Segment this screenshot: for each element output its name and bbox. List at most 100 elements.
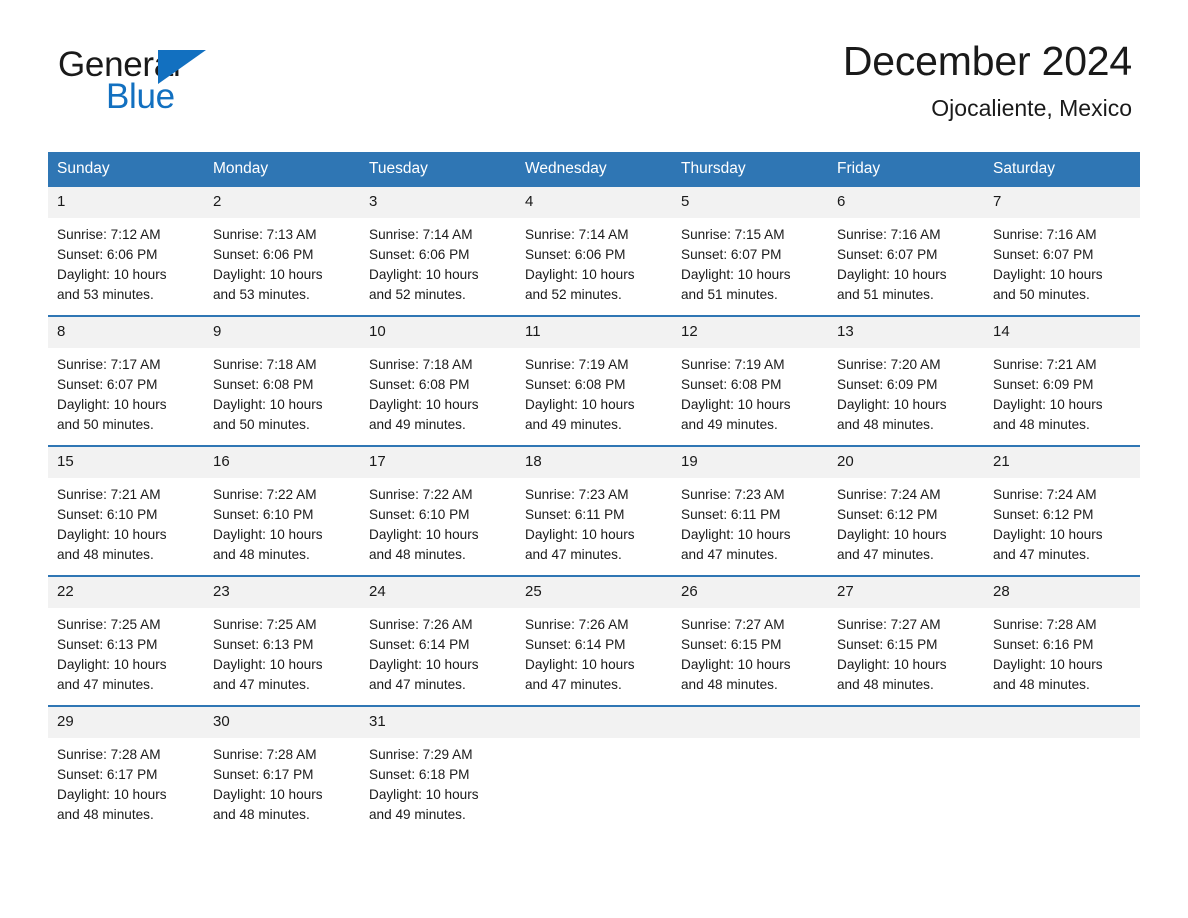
calendar-cell[interactable]: 21 Sunrise: 7:24 AM Sunset: 6:12 PM Dayligh… <box>984 445 1140 576</box>
calendar-cell[interactable]: 5 Sunrise: 7:15 AM Sunset: 6:07 PM Daylight… <box>672 187 828 316</box>
daylight-text-line1: Daylight: 10 hours <box>369 527 479 542</box>
day-cell-24[interactable]: 24 Sunrise: 7:26 AM Sunset: 6:14 PM Dayligh… <box>360 577 516 705</box>
calendar-cell[interactable]: 6 Sunrise: 7:16 AM Sunset: 6:07 PM Daylight… <box>828 187 984 316</box>
daylight-text-line1: Daylight: 10 hours <box>681 267 791 282</box>
day-cell-14[interactable]: 14 Sunrise: 7:21 AM Sunset: 6:09 PM Dayligh… <box>984 317 1140 445</box>
day-cell-4[interactable]: 4 Sunrise: 7:14 AM Sunset: 6:06 PM Daylight… <box>516 187 672 315</box>
day-cell-10[interactable]: 10 Sunrise: 7:18 AM Sunset: 6:08 PM Dayligh… <box>360 317 516 445</box>
calendar-cell[interactable]: 15 Sunrise: 7:21 AM Sunset: 6:10 PM Dayligh… <box>48 445 204 576</box>
sunset-text: Sunset: 6:07 PM <box>681 247 782 262</box>
calendar-cell[interactable]: 20 Sunrise: 7:24 AM Sunset: 6:12 PM Dayligh… <box>828 445 984 576</box>
calendar-cell[interactable]: 24 Sunrise: 7:26 AM Sunset: 6:14 PM Dayligh… <box>360 575 516 706</box>
day-cell-5[interactable]: 5 Sunrise: 7:15 AM Sunset: 6:07 PM Daylight… <box>672 187 828 315</box>
day-details: Sunrise: 7:27 AM Sunset: 6:15 PM Daylight:… <box>828 608 984 695</box>
calendar-cell[interactable]: 2 Sunrise: 7:13 AM Sunset: 6:06 PM Daylight… <box>204 187 360 316</box>
day-cell-11[interactable]: 11 Sunrise: 7:19 AM Sunset: 6:08 PM Dayligh… <box>516 317 672 445</box>
calendar-cell[interactable]: 31 Sunrise: 7:29 AM Sunset: 6:18 PM Dayligh… <box>360 705 516 835</box>
daylight-text-line2: and 50 minutes. <box>57 417 154 432</box>
calendar-cell <box>516 705 672 835</box>
day-cell-9[interactable]: 9 Sunrise: 7:18 AM Sunset: 6:08 PM Daylight… <box>204 317 360 445</box>
day-number: 22 <box>48 577 204 608</box>
day-cell-15[interactable]: 15 Sunrise: 7:21 AM Sunset: 6:10 PM Dayligh… <box>48 447 204 575</box>
calendar-cell[interactable]: 12 Sunrise: 7:19 AM Sunset: 6:08 PM Dayligh… <box>672 315 828 446</box>
day-cell-7[interactable]: 7 Sunrise: 7:16 AM Sunset: 6:07 PM Daylight… <box>984 187 1140 315</box>
sunrise-text: Sunrise: 7:27 AM <box>681 617 785 632</box>
daylight-text-line2: and 49 minutes. <box>681 417 778 432</box>
calendar-week-row: 1 Sunrise: 7:12 AM Sunset: 6:06 PM Daylight… <box>48 187 1140 316</box>
calendar-cell[interactable]: 7 Sunrise: 7:16 AM Sunset: 6:07 PM Daylight… <box>984 187 1140 316</box>
calendar-cell[interactable]: 8 Sunrise: 7:17 AM Sunset: 6:07 PM Daylight… <box>48 315 204 446</box>
calendar-cell[interactable]: 14 Sunrise: 7:21 AM Sunset: 6:09 PM Dayligh… <box>984 315 1140 446</box>
sunrise-text: Sunrise: 7:25 AM <box>57 617 161 632</box>
daylight-text-line1: Daylight: 10 hours <box>837 657 947 672</box>
day-cell-13[interactable]: 13 Sunrise: 7:20 AM Sunset: 6:09 PM Dayligh… <box>828 317 984 445</box>
calendar-cell[interactable]: 22 Sunrise: 7:25 AM Sunset: 6:13 PM Dayligh… <box>48 575 204 706</box>
calendar-cell[interactable]: 11 Sunrise: 7:19 AM Sunset: 6:08 PM Dayligh… <box>516 315 672 446</box>
calendar-cell[interactable]: 28 Sunrise: 7:28 AM Sunset: 6:16 PM Dayligh… <box>984 575 1140 706</box>
day-cell-19[interactable]: 19 Sunrise: 7:23 AM Sunset: 6:11 PM Dayligh… <box>672 447 828 575</box>
daylight-text-line2: and 52 minutes. <box>369 287 466 302</box>
day-cell-28[interactable]: 28 Sunrise: 7:28 AM Sunset: 6:16 PM Dayligh… <box>984 577 1140 705</box>
general-blue-logo[interactable]: General Blue <box>58 46 258 122</box>
calendar-cell <box>828 705 984 835</box>
calendar-cell[interactable]: 25 Sunrise: 7:26 AM Sunset: 6:14 PM Dayligh… <box>516 575 672 706</box>
day-cell-17[interactable]: 17 Sunrise: 7:22 AM Sunset: 6:10 PM Dayligh… <box>360 447 516 575</box>
calendar-cell[interactable]: 18 Sunrise: 7:23 AM Sunset: 6:11 PM Dayligh… <box>516 445 672 576</box>
day-cell-27[interactable]: 27 Sunrise: 7:27 AM Sunset: 6:15 PM Dayligh… <box>828 577 984 705</box>
day-cell-16[interactable]: 16 Sunrise: 7:22 AM Sunset: 6:10 PM Dayligh… <box>204 447 360 575</box>
day-cell-25[interactable]: 25 Sunrise: 7:26 AM Sunset: 6:14 PM Dayligh… <box>516 577 672 705</box>
day-details: Sunrise: 7:13 AM Sunset: 6:06 PM Daylight:… <box>204 218 360 305</box>
sunrise-text: Sunrise: 7:25 AM <box>213 617 317 632</box>
day-number: 3 <box>360 187 516 218</box>
day-details: Sunrise: 7:23 AM Sunset: 6:11 PM Daylight:… <box>672 478 828 565</box>
calendar-cell <box>672 705 828 835</box>
day-number: 27 <box>828 577 984 608</box>
day-cell-29[interactable]: 29 Sunrise: 7:28 AM Sunset: 6:17 PM Dayligh… <box>48 707 204 835</box>
day-cell-2[interactable]: 2 Sunrise: 7:13 AM Sunset: 6:06 PM Daylight… <box>204 187 360 315</box>
sunset-text: Sunset: 6:15 PM <box>681 637 782 652</box>
sunrise-text: Sunrise: 7:21 AM <box>57 487 161 502</box>
day-cell-23[interactable]: 23 Sunrise: 7:25 AM Sunset: 6:13 PM Dayligh… <box>204 577 360 705</box>
day-cell-31[interactable]: 31 Sunrise: 7:29 AM Sunset: 6:18 PM Dayligh… <box>360 707 516 835</box>
daylight-text-line2: and 48 minutes. <box>213 547 310 562</box>
day-cell-22[interactable]: 22 Sunrise: 7:25 AM Sunset: 6:13 PM Dayligh… <box>48 577 204 705</box>
calendar-cell[interactable]: 16 Sunrise: 7:22 AM Sunset: 6:10 PM Dayligh… <box>204 445 360 576</box>
day-number: 29 <box>48 707 204 738</box>
day-number: 30 <box>204 707 360 738</box>
day-cell-30[interactable]: 30 Sunrise: 7:28 AM Sunset: 6:17 PM Dayligh… <box>204 707 360 835</box>
calendar-cell[interactable]: 13 Sunrise: 7:20 AM Sunset: 6:09 PM Dayligh… <box>828 315 984 446</box>
day-cell-3[interactable]: 3 Sunrise: 7:14 AM Sunset: 6:06 PM Daylight… <box>360 187 516 315</box>
day-cell-8[interactable]: 8 Sunrise: 7:17 AM Sunset: 6:07 PM Daylight… <box>48 317 204 445</box>
calendar-cell[interactable]: 1 Sunrise: 7:12 AM Sunset: 6:06 PM Daylight… <box>48 187 204 316</box>
sunset-text: Sunset: 6:17 PM <box>57 767 158 782</box>
day-cell-26[interactable]: 26 Sunrise: 7:27 AM Sunset: 6:15 PM Dayligh… <box>672 577 828 705</box>
day-number-empty <box>516 707 672 738</box>
calendar-cell[interactable]: 3 Sunrise: 7:14 AM Sunset: 6:06 PM Daylight… <box>360 187 516 316</box>
calendar-cell[interactable]: 10 Sunrise: 7:18 AM Sunset: 6:08 PM Dayligh… <box>360 315 516 446</box>
daylight-text-line2: and 47 minutes. <box>57 677 154 692</box>
calendar-week-row: 15 Sunrise: 7:21 AM Sunset: 6:10 PM Dayligh… <box>48 445 1140 576</box>
calendar-cell[interactable]: 23 Sunrise: 7:25 AM Sunset: 6:13 PM Dayligh… <box>204 575 360 706</box>
calendar-cell[interactable]: 4 Sunrise: 7:14 AM Sunset: 6:06 PM Daylight… <box>516 187 672 316</box>
sunrise-text: Sunrise: 7:28 AM <box>993 617 1097 632</box>
calendar-cell[interactable]: 26 Sunrise: 7:27 AM Sunset: 6:15 PM Dayligh… <box>672 575 828 706</box>
day-cell-21[interactable]: 21 Sunrise: 7:24 AM Sunset: 6:12 PM Dayligh… <box>984 447 1140 575</box>
calendar-cell[interactable]: 27 Sunrise: 7:27 AM Sunset: 6:15 PM Dayligh… <box>828 575 984 706</box>
calendar-cell[interactable]: 17 Sunrise: 7:22 AM Sunset: 6:10 PM Dayligh… <box>360 445 516 576</box>
calendar-cell[interactable]: 30 Sunrise: 7:28 AM Sunset: 6:17 PM Dayligh… <box>204 705 360 835</box>
day-cell-6[interactable]: 6 Sunrise: 7:16 AM Sunset: 6:07 PM Daylight… <box>828 187 984 315</box>
day-cell-12[interactable]: 12 Sunrise: 7:19 AM Sunset: 6:08 PM Dayligh… <box>672 317 828 445</box>
day-number: 1 <box>48 187 204 218</box>
day-number-empty <box>672 707 828 738</box>
day-cell-20[interactable]: 20 Sunrise: 7:24 AM Sunset: 6:12 PM Dayligh… <box>828 447 984 575</box>
day-cell-1[interactable]: 1 Sunrise: 7:12 AM Sunset: 6:06 PM Daylight… <box>48 187 204 315</box>
day-details: Sunrise: 7:18 AM Sunset: 6:08 PM Daylight:… <box>204 348 360 435</box>
sunset-text: Sunset: 6:06 PM <box>525 247 626 262</box>
calendar-cell[interactable]: 9 Sunrise: 7:18 AM Sunset: 6:08 PM Daylight… <box>204 315 360 446</box>
day-details: Sunrise: 7:16 AM Sunset: 6:07 PM Daylight:… <box>984 218 1140 305</box>
calendar-cell[interactable]: 29 Sunrise: 7:28 AM Sunset: 6:17 PM Dayligh… <box>48 705 204 835</box>
day-cell-18[interactable]: 18 Sunrise: 7:23 AM Sunset: 6:11 PM Dayligh… <box>516 447 672 575</box>
daylight-text-line2: and 51 minutes. <box>681 287 778 302</box>
calendar-cell[interactable]: 19 Sunrise: 7:23 AM Sunset: 6:11 PM Dayligh… <box>672 445 828 576</box>
weekday-header-tuesday: Tuesday <box>360 152 516 187</box>
